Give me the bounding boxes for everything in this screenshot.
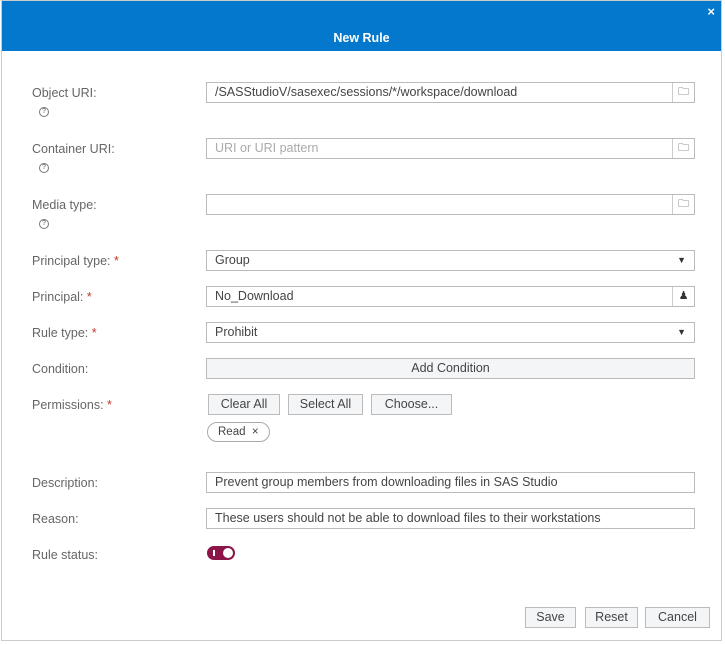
object-uri-label: Object URI: [32, 86, 97, 100]
remove-chip-icon[interactable]: × [252, 426, 259, 438]
rule-status-toggle[interactable] [207, 546, 235, 560]
folder-icon[interactable]: 🗀 [672, 139, 694, 158]
rule-type-label: Rule type: * [32, 326, 97, 340]
cancel-button[interactable]: Cancel [645, 607, 710, 628]
help-icon[interactable]: ? [39, 163, 49, 173]
reason-value: These users should not be able to downlo… [215, 511, 601, 525]
object-uri-input[interactable]: /SASStudioV/sasexec/sessions/*/workspace… [206, 82, 695, 103]
dropdown-caret-icon: ▼ [677, 327, 686, 337]
principal-type-value: Group [215, 253, 250, 267]
object-uri-value: /SASStudioV/sasexec/sessions/*/workspace… [215, 85, 518, 99]
media-type-label: Media type: [32, 198, 97, 212]
rule-type-value: Prohibit [215, 325, 258, 339]
description-label: Description: [32, 476, 98, 490]
principal-type-label: Principal type: * [32, 254, 119, 268]
container-uri-placeholder: URI or URI pattern [215, 141, 319, 155]
reason-label: Reason: [32, 512, 79, 526]
dialog-header: × New Rule [2, 1, 721, 51]
new-rule-dialog: × New Rule Object URI: ? /SASStudioV/sas… [1, 0, 722, 641]
principal-input[interactable]: No_Download ♟ [206, 286, 695, 307]
principal-value: No_Download [215, 289, 294, 303]
description-input[interactable]: Prevent group members from downloading f… [206, 472, 695, 493]
principal-type-select[interactable]: Group ▼ [206, 250, 695, 271]
help-icon[interactable]: ? [39, 107, 49, 117]
close-icon[interactable]: × [707, 4, 715, 19]
folder-icon[interactable]: 🗀 [672, 195, 694, 214]
reason-input[interactable]: These users should not be able to downlo… [206, 508, 695, 529]
clear-all-button[interactable]: Clear All [208, 394, 280, 415]
reset-button[interactable]: Reset [585, 607, 638, 628]
dropdown-caret-icon: ▼ [677, 255, 686, 265]
help-icon[interactable]: ? [39, 219, 49, 229]
add-condition-button[interactable]: Add Condition [206, 358, 695, 379]
condition-label: Condition: [32, 362, 89, 376]
rule-type-select[interactable]: Prohibit ▼ [206, 322, 695, 343]
container-uri-input[interactable]: URI or URI pattern 🗀 [206, 138, 695, 159]
media-type-input[interactable]: 🗀 [206, 194, 695, 215]
choose-button[interactable]: Choose... [371, 394, 452, 415]
dialog-title: New Rule [333, 31, 390, 45]
permissions-label: Permissions: * [32, 398, 112, 412]
person-icon[interactable]: ♟ [672, 287, 694, 306]
permission-chip-read: Read × [207, 422, 270, 442]
folder-icon[interactable]: 🗀 [672, 83, 694, 102]
rule-status-label: Rule status: [32, 548, 99, 562]
select-all-button[interactable]: Select All [288, 394, 363, 415]
container-uri-label: Container URI: [32, 142, 115, 156]
save-button[interactable]: Save [525, 607, 576, 628]
description-value: Prevent group members from downloading f… [215, 475, 558, 489]
principal-label: Principal: * [32, 290, 92, 304]
